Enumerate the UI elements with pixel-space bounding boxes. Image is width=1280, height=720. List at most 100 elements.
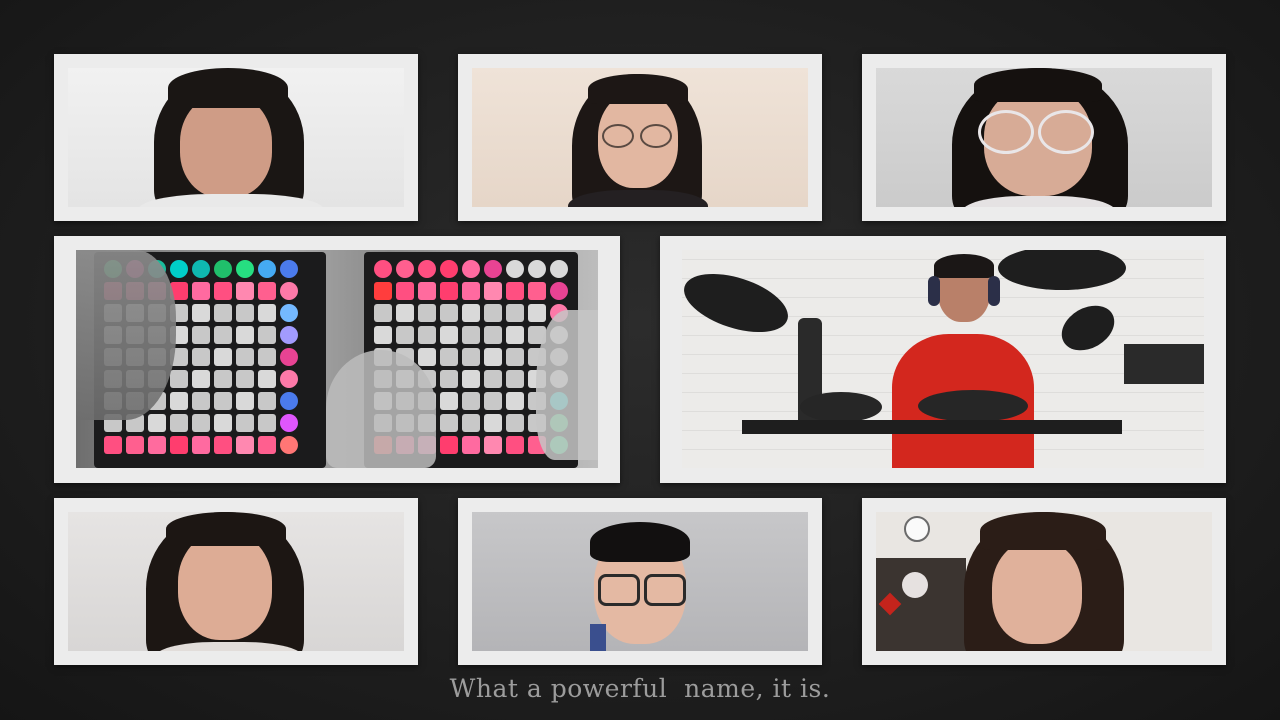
participant-video (682, 250, 1204, 468)
video-tile-1[interactable] (54, 54, 418, 221)
participant-figure (472, 512, 808, 651)
launchpad-pad (170, 436, 188, 454)
launchpad-pad (462, 392, 480, 410)
launchpad-pad (462, 370, 480, 388)
launchpad-pad (104, 436, 122, 454)
video-tile-7[interactable] (458, 498, 822, 665)
launchpad-pad (506, 282, 524, 300)
launchpad-pad (236, 282, 254, 300)
launchpad-pad (418, 348, 436, 366)
launchpad-pad (258, 348, 276, 366)
launchpad-pad (258, 282, 276, 300)
launchpad-pad (214, 348, 232, 366)
launchpad-pad (258, 326, 276, 344)
launchpad-pad (506, 304, 524, 322)
launchpad-pad (192, 304, 210, 322)
drum-pad (918, 390, 1028, 422)
launchpad-pad (484, 304, 502, 322)
launchpad-pad (440, 260, 458, 278)
launchpad-pad (258, 260, 276, 278)
launchpad-pad (484, 282, 502, 300)
participant-video (76, 250, 598, 468)
launchpad-pad (440, 282, 458, 300)
launchpad-pad (214, 392, 232, 410)
launchpad-pad (396, 260, 414, 278)
launchpad-pad (280, 304, 298, 322)
launchpad-pad (192, 392, 210, 410)
launchpad-pad (192, 348, 210, 366)
launchpad-pad (550, 282, 568, 300)
launchpad-pad (258, 370, 276, 388)
video-tile-5[interactable] (660, 236, 1226, 483)
launchpad-pad (374, 282, 392, 300)
launchpad-pad (236, 436, 254, 454)
launchpad-pad (170, 260, 188, 278)
launchpad-pad (214, 436, 232, 454)
launchpad-pad (148, 436, 166, 454)
launchpad-pad (236, 326, 254, 344)
launchpad-pad (236, 348, 254, 366)
launchpad-pad (214, 414, 232, 432)
launchpad-pad (462, 436, 480, 454)
launchpad-pad (192, 282, 210, 300)
launchpad-pad (506, 414, 524, 432)
launchpad-pad (484, 348, 502, 366)
launchpad-pad (440, 326, 458, 344)
launchpad-pad (236, 304, 254, 322)
launchpad-pad (462, 260, 480, 278)
launchpad-pad (280, 370, 298, 388)
video-tile-2[interactable] (458, 54, 822, 221)
launchpad-pad (374, 260, 392, 278)
launchpad-pad (418, 326, 436, 344)
launchpad-pad (258, 392, 276, 410)
launchpad-pad (214, 260, 232, 278)
video-tile-3[interactable] (862, 54, 1226, 221)
launchpad-pad (192, 370, 210, 388)
video-tile-6[interactable] (54, 498, 418, 665)
launchpad-pad (192, 436, 210, 454)
launchpad-pad (440, 436, 458, 454)
launchpad-pad (506, 326, 524, 344)
launchpad-pad (506, 348, 524, 366)
launchpad-pad (126, 436, 144, 454)
launchpad-pad (418, 260, 436, 278)
launchpad-pad (280, 282, 298, 300)
participant-video (472, 512, 808, 651)
launchpad-pad (506, 436, 524, 454)
launchpad-pad (418, 282, 436, 300)
launchpad-pad (440, 414, 458, 432)
launchpad-pad (374, 326, 392, 344)
launchpad-pad (258, 436, 276, 454)
participant-figure (68, 512, 404, 651)
video-tile-4[interactable] (54, 236, 620, 483)
launchpad-pad (396, 326, 414, 344)
launchpad-pad (484, 414, 502, 432)
drum-pad (800, 392, 882, 422)
launchpad-pad (236, 370, 254, 388)
launchpad-pad (506, 370, 524, 388)
launchpad-pad (462, 304, 480, 322)
launchpad-pad (214, 370, 232, 388)
participant-figure (68, 68, 404, 207)
launchpad-pad (280, 392, 298, 410)
launchpad-pad (528, 282, 546, 300)
launchpad-pad (440, 348, 458, 366)
launchpad-pad (484, 392, 502, 410)
launchpad-pad (550, 260, 568, 278)
launchpad-pad (440, 304, 458, 322)
launchpad-pad (170, 370, 188, 388)
launchpad-pad (170, 414, 188, 432)
launchpad-pad (170, 392, 188, 410)
launchpad-pad (236, 414, 254, 432)
launchpad-pad (440, 392, 458, 410)
launchpad-pad (418, 304, 436, 322)
launchpad-pad (484, 260, 502, 278)
video-tile-8[interactable] (862, 498, 1226, 665)
launchpad-pad (280, 326, 298, 344)
participant-video (68, 68, 404, 207)
launchpad-pad (528, 304, 546, 322)
launchpad-pad (214, 326, 232, 344)
launchpad-pad (506, 260, 524, 278)
launchpad-pad (258, 414, 276, 432)
launchpad-pad (462, 414, 480, 432)
